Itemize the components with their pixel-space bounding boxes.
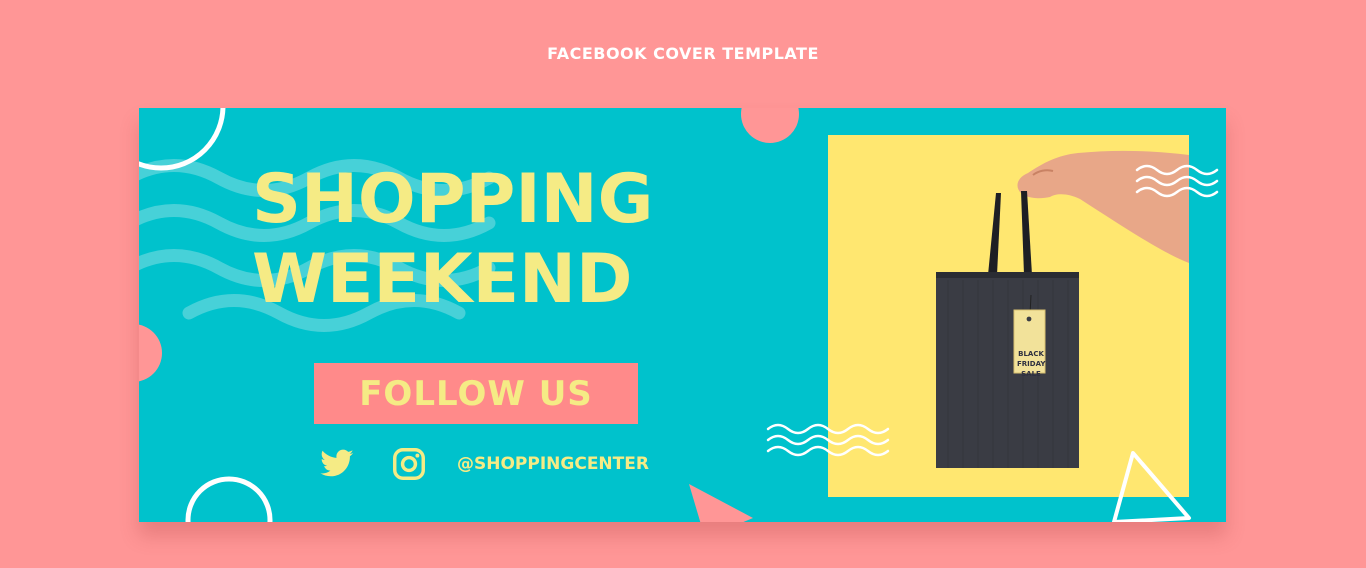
instagram-icon[interactable] [391,446,427,482]
shopping-bag-illustration [936,150,1189,468]
tag-line-3: SALE [1021,370,1041,378]
facebook-cover: SHOPPING WEEKEND FOLLOW US @SHOPPINGCENT… [139,108,1226,522]
pink-circle-decoration [741,108,799,143]
pink-half-circle-decoration [139,324,162,382]
ring-decoration-bottom [185,476,273,522]
product-photo: BLACK FRIDAY SALE [828,135,1189,497]
tag-line-2: FRIDAY [1017,360,1046,368]
headline: SHOPPING WEEKEND [252,160,653,320]
headline-line-1: SHOPPING [252,160,654,239]
pink-triangle-decoration [689,484,753,522]
twitter-icon[interactable] [319,446,355,482]
headline-line-2: WEEKEND [252,240,633,319]
social-handle-link[interactable]: @SHOPPINGCENTER [457,454,649,474]
arm-image [1017,150,1189,263]
price-tag-text: BLACK FRIDAY SALE [1017,349,1045,379]
ring-decoration [139,108,226,171]
page-heading: FACEBOOK COVER TEMPLATE [547,44,819,63]
social-links: @SHOPPINGCENTER [319,446,649,482]
tag-line-1: BLACK [1018,350,1044,358]
follow-us-button[interactable]: FOLLOW US [314,363,638,424]
